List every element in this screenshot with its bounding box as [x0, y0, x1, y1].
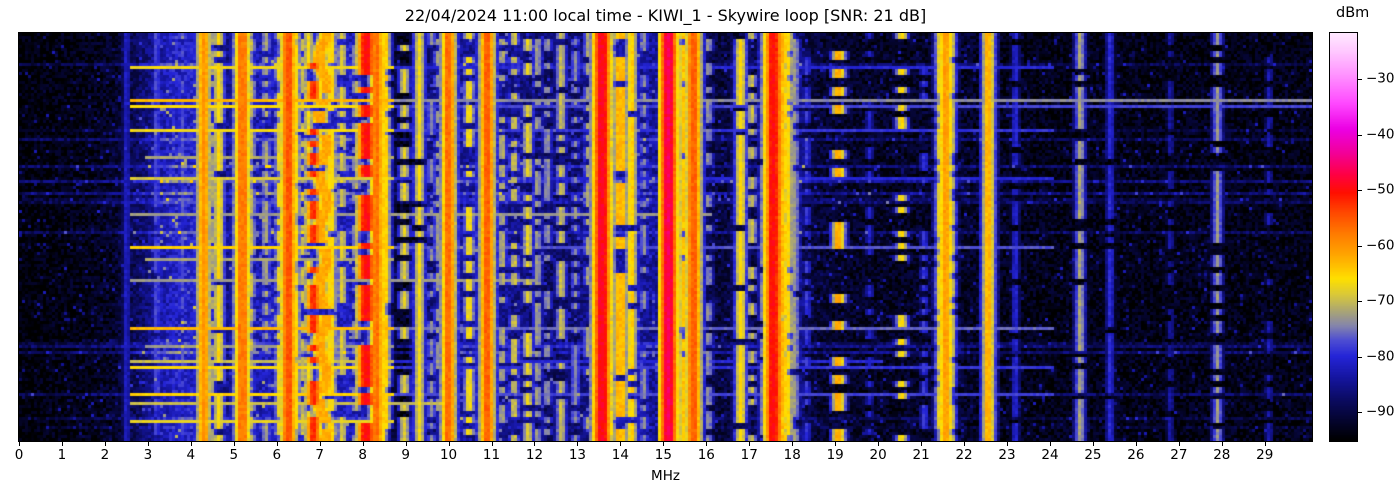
- x-axis-tick: [1221, 442, 1223, 446]
- x-axis-tick: [61, 442, 63, 446]
- x-axis-tick-label: 7: [315, 447, 324, 463]
- x-axis-tick-label: 5: [229, 447, 239, 463]
- x-axis-tick-label: 15: [654, 447, 672, 463]
- x-axis-tick-label: 10: [439, 447, 458, 463]
- x-axis-tick-label: 2: [100, 447, 110, 463]
- colorbar-frame: [1329, 32, 1358, 442]
- colorbar-tick-label: −80: [1366, 348, 1395, 365]
- x-axis-tick-label: 24: [1041, 447, 1059, 463]
- colorbar-tick-label: −30: [1366, 70, 1395, 87]
- x-axis-tick: [190, 442, 192, 446]
- x-axis-tick-label: 3: [143, 447, 153, 463]
- spectrogram-canvas: [19, 33, 1312, 441]
- x-axis-tick-label: 22: [955, 447, 973, 463]
- x-axis-tick-label: 4: [186, 447, 196, 463]
- x-axis-label: MHz: [651, 468, 680, 484]
- colorbar-tick-label: −90: [1366, 403, 1395, 420]
- x-axis-tick: [1135, 442, 1137, 446]
- colorbar-tick-label: −60: [1366, 237, 1395, 254]
- x-axis-tick: [405, 442, 407, 446]
- plot-title: 22/04/2024 11:00 local time - KIWI_1 - S…: [404, 6, 927, 25]
- colorbar-tick: [1358, 79, 1362, 81]
- colorbar-tick: [1358, 301, 1362, 303]
- x-axis-tick-label: 14: [611, 447, 629, 463]
- x-axis-tick: [319, 442, 321, 446]
- plot-frame: [18, 32, 1313, 442]
- x-axis-tick: [835, 442, 837, 446]
- x-axis-tick: [749, 442, 751, 446]
- x-axis-tick: [276, 442, 278, 446]
- x-axis-tick: [1007, 442, 1008, 446]
- x-axis-tick-label: 25: [1084, 447, 1102, 463]
- x-axis-tick: [491, 442, 493, 446]
- x-axis-tick: [921, 442, 923, 446]
- colorbar-tick: [1358, 356, 1362, 358]
- x-axis-tick-label: 0: [14, 447, 24, 463]
- x-axis-tick: [19, 442, 20, 446]
- colorbar-tick-label: −70: [1366, 292, 1395, 309]
- x-axis-tick: [147, 442, 149, 446]
- x-axis-tick-label: 29: [1256, 447, 1274, 463]
- colorbar-canvas: [1330, 33, 1357, 441]
- colorbar-tick-label: −40: [1366, 126, 1395, 143]
- x-axis-tick: [620, 442, 622, 446]
- colorbar-tick: [1358, 412, 1362, 414]
- x-axis-tick: [233, 442, 235, 446]
- colorbar-tick: [1358, 245, 1362, 247]
- x-axis-tick-label: 27: [1170, 447, 1188, 463]
- x-axis-tick-label: 9: [401, 447, 410, 463]
- x-axis-tick-label: 18: [783, 447, 801, 463]
- x-axis-tick-label: 6: [272, 447, 282, 463]
- x-axis-tick: [1092, 442, 1094, 446]
- x-axis-tick: [964, 442, 966, 446]
- x-axis-tick: [706, 442, 708, 446]
- x-axis-tick-label: 28: [1213, 447, 1231, 463]
- x-axis-tick-label: 16: [697, 447, 715, 463]
- spectrogram-figure: 22/04/2024 11:00 local time - KIWI_1 - S…: [0, 0, 1400, 500]
- x-axis-tick-label: 26: [1127, 447, 1145, 463]
- colorbar-tick: [1358, 190, 1362, 192]
- x-axis-tick-label: 21: [912, 447, 930, 463]
- colorbar-tick-label: −50: [1366, 181, 1395, 198]
- x-axis-tick: [104, 442, 106, 446]
- x-axis-tick-label: 11: [482, 447, 501, 463]
- colorbar-label: dBm: [1336, 5, 1370, 21]
- x-axis-tick: [663, 442, 665, 446]
- x-axis-tick-label: 13: [568, 447, 587, 463]
- x-axis-tick-label: 12: [525, 447, 544, 463]
- x-axis-tick: [534, 442, 536, 446]
- x-axis-tick: [1264, 442, 1266, 446]
- colorbar-tick: [1358, 134, 1362, 136]
- x-axis-tick: [1049, 442, 1051, 446]
- x-axis-tick-label: 8: [358, 447, 367, 463]
- x-axis-tick: [577, 442, 579, 446]
- x-axis-tick-label: 23: [998, 447, 1016, 463]
- x-axis-tick: [1178, 442, 1180, 446]
- x-axis-tick: [792, 442, 794, 446]
- x-axis-tick-label: 20: [869, 447, 887, 463]
- x-axis-tick: [362, 442, 364, 446]
- x-axis-tick: [878, 442, 880, 446]
- x-axis-tick: [448, 442, 450, 446]
- x-axis-tick-label: 19: [826, 447, 844, 463]
- x-axis-tick-label: 1: [57, 447, 67, 463]
- x-axis-tick-label: 17: [740, 447, 758, 463]
